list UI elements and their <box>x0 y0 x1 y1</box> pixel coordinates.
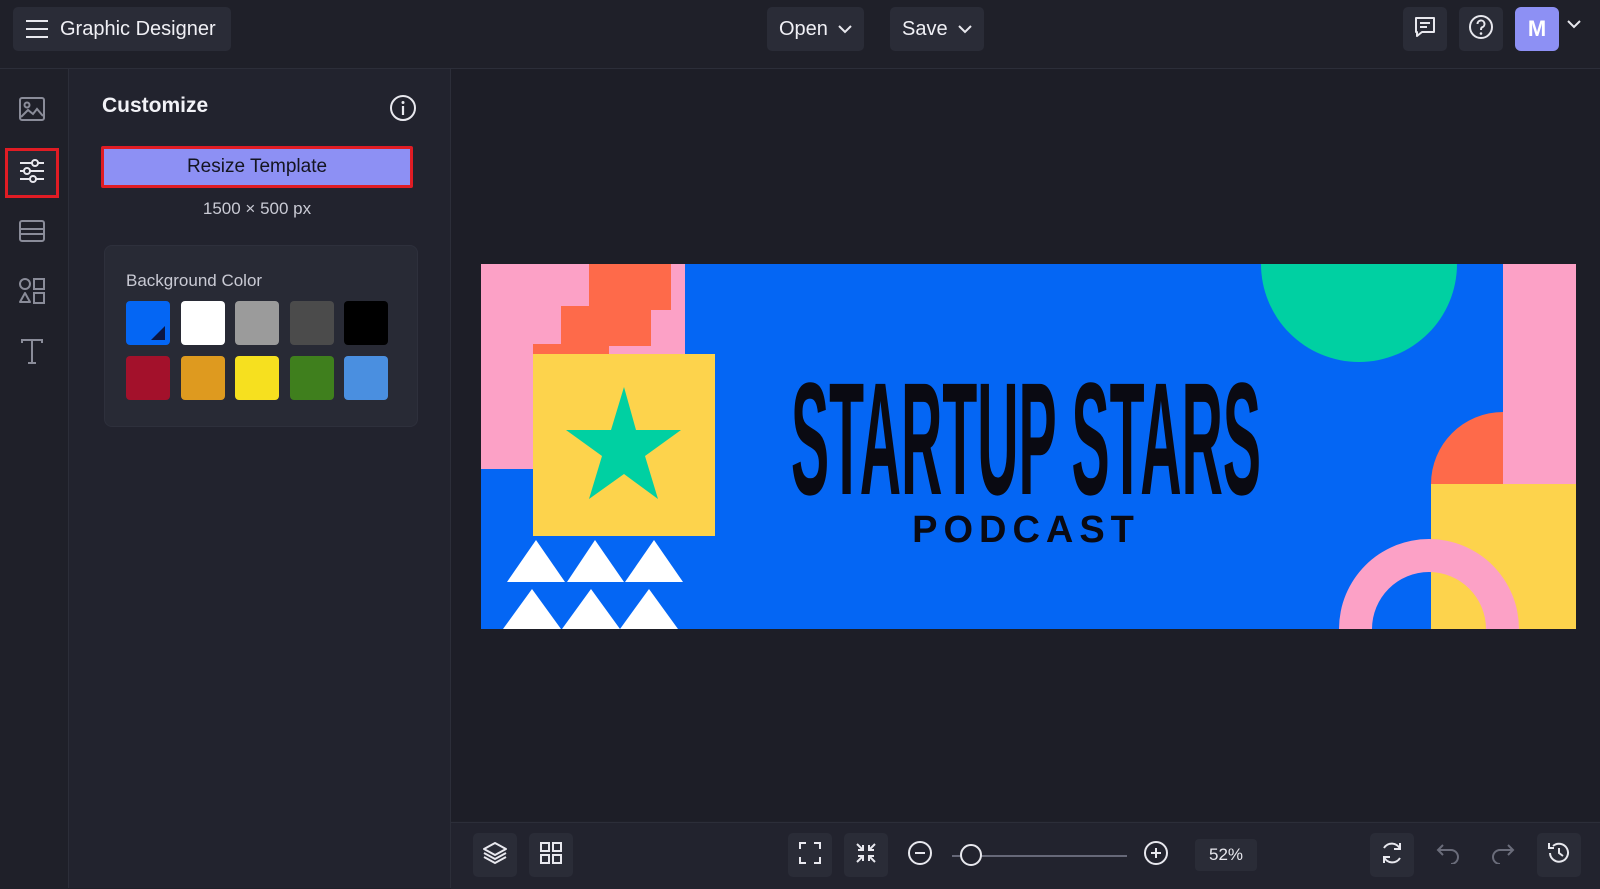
redo-icon <box>1490 842 1516 869</box>
plus-circle-icon <box>1143 840 1169 871</box>
customize-panel: Customize Resize Template 1500 × 500 px … <box>69 69 451 888</box>
rail-item-text[interactable] <box>5 328 59 378</box>
history-icon <box>1546 840 1572 871</box>
chevron-down-icon <box>838 24 852 34</box>
color-swatch[interactable] <box>181 301 225 345</box>
chevron-down-icon <box>957 24 972 34</box>
shapes-icon <box>18 277 46 310</box>
panel-title: Customize <box>102 94 209 117</box>
history-button[interactable] <box>1537 833 1581 877</box>
save-label: Save <box>902 17 948 40</box>
help-button[interactable] <box>1459 7 1503 51</box>
app-title: Graphic Designer <box>60 17 216 40</box>
text-icon <box>19 337 45 370</box>
minus-circle-icon <box>907 840 933 871</box>
zoom-level[interactable]: 52% <box>1195 839 1257 871</box>
background-color-card: Background Color <box>104 245 418 427</box>
undo-icon <box>1435 842 1461 869</box>
refresh-icon <box>1379 840 1405 871</box>
hamburger-icon <box>26 18 48 40</box>
bottom-toolbar: 52% <box>451 822 1600 889</box>
color-swatch[interactable] <box>126 356 170 400</box>
comment-icon <box>1413 15 1437 44</box>
shrink-icon <box>854 841 878 870</box>
open-dropdown[interactable]: Open <box>767 7 864 51</box>
color-swatch[interactable] <box>126 301 170 345</box>
color-swatch[interactable] <box>235 301 279 345</box>
comments-button[interactable] <box>1403 7 1447 51</box>
background-color-label: Background Color <box>126 271 263 290</box>
color-swatch[interactable] <box>235 356 279 400</box>
template-dimensions: 1500 × 500 px <box>202 199 312 218</box>
color-swatch[interactable] <box>290 356 334 400</box>
zoom-out-button[interactable] <box>898 833 942 877</box>
refresh-button[interactable] <box>1370 833 1414 877</box>
info-icon[interactable] <box>389 94 417 122</box>
chevron-down-icon[interactable] <box>1567 20 1581 29</box>
headline-text: STARTUP STARS <box>791 349 1261 528</box>
resize-template-button[interactable]: Resize Template <box>101 146 413 188</box>
expand-icon <box>798 841 822 870</box>
sliders-icon <box>18 158 46 189</box>
undo-button[interactable] <box>1426 833 1470 877</box>
rail-item-customize[interactable] <box>5 148 59 198</box>
grid-icon <box>539 841 563 870</box>
help-icon <box>1468 14 1494 45</box>
shrink-button[interactable] <box>844 833 888 877</box>
rail-item-elements[interactable] <box>5 268 59 318</box>
zoom-slider-thumb[interactable] <box>960 844 982 866</box>
subline-text: PODCAST <box>912 509 1140 551</box>
redo-button[interactable] <box>1481 833 1525 877</box>
color-swatch[interactable] <box>344 356 388 400</box>
tool-rail <box>0 69 69 888</box>
color-swatch[interactable] <box>344 301 388 345</box>
color-swatch[interactable] <box>290 301 334 345</box>
color-swatch[interactable] <box>181 356 225 400</box>
rail-item-images[interactable] <box>5 86 59 136</box>
zoom-in-button[interactable] <box>1134 833 1178 877</box>
design-banner[interactable]: STARTUP STARS PODCAST <box>481 264 1576 629</box>
app-menu-button[interactable]: Graphic Designer <box>13 7 231 51</box>
open-label: Open <box>779 17 828 40</box>
layers-button[interactable] <box>473 833 517 877</box>
top-bar: Graphic Designer Open Save M <box>0 0 1600 69</box>
avatar[interactable]: M <box>1515 7 1559 51</box>
layers-icon <box>482 840 508 871</box>
grid-button[interactable] <box>529 833 573 877</box>
rail-item-layouts[interactable] <box>5 208 59 258</box>
pink-block-right <box>1503 264 1576 484</box>
layout-icon <box>18 219 46 248</box>
image-icon <box>18 96 46 127</box>
fit-screen-button[interactable] <box>788 833 832 877</box>
save-dropdown[interactable]: Save <box>890 7 984 51</box>
